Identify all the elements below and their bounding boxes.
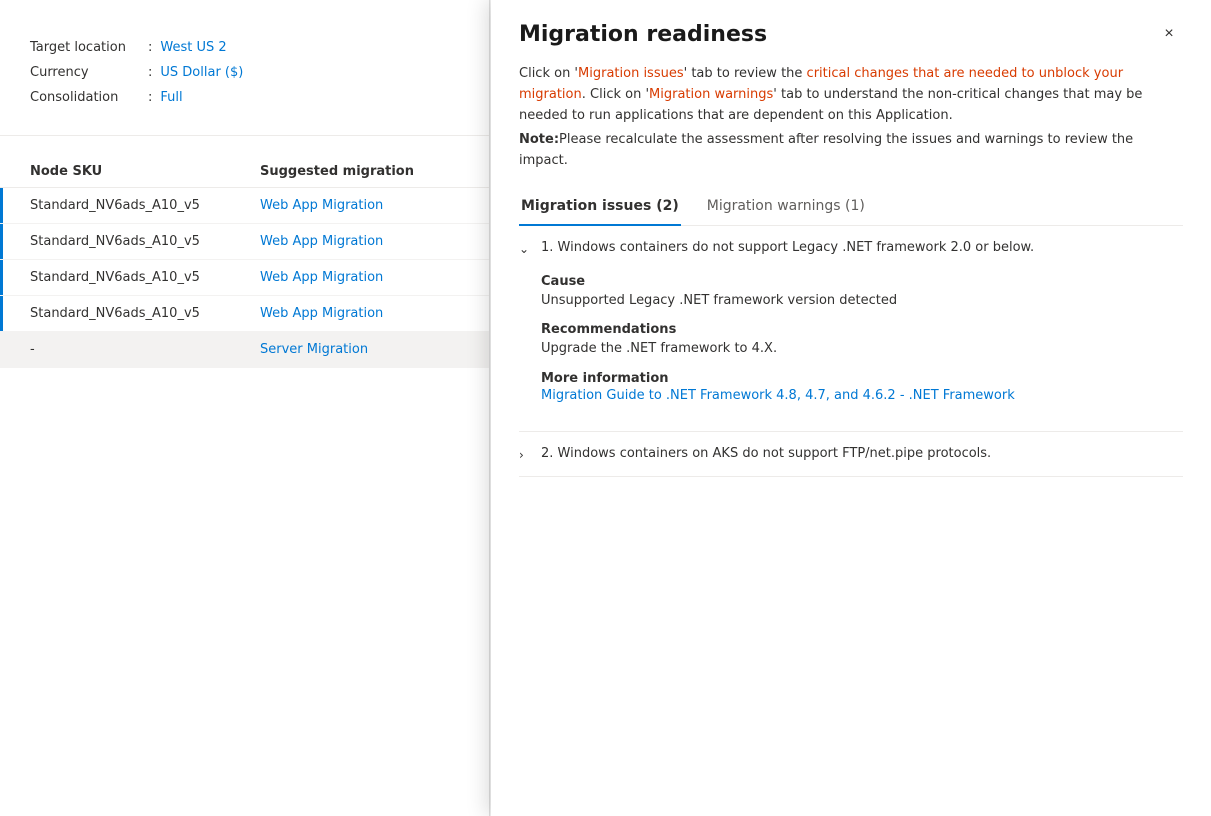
info-row-consolidation: Consolidation : Full <box>30 90 459 105</box>
issue-1-title: 1. Windows containers do not support Leg… <box>541 240 1034 255</box>
tab-migration-issues[interactable]: Migration issues (2) <box>519 188 681 226</box>
panel-title: Migration readiness <box>519 22 767 47</box>
cell-suggested[interactable]: Web App Migration <box>260 270 459 285</box>
issue-2-header[interactable]: › 2. Windows containers on AKS do not su… <box>519 432 1183 476</box>
recommendations-label: Recommendations <box>541 322 1183 337</box>
target-label: Target location <box>30 40 140 55</box>
table-row: Standard_NV6ads_A10_v5 Web App Migration <box>0 260 489 296</box>
close-button[interactable]: × <box>1155 20 1183 48</box>
consolidation-label: Consolidation <box>30 90 140 105</box>
more-info-link[interactable]: Migration Guide to .NET Framework 4.8, 4… <box>541 388 1015 403</box>
issue-1-body: Cause Unsupported Legacy .NET framework … <box>519 270 1183 431</box>
chevron-down-icon: ⌄ <box>519 242 533 256</box>
recommendations-block: Recommendations Upgrade the .NET framewo… <box>541 322 1183 359</box>
col-header-node-sku: Node SKU <box>30 164 260 179</box>
table-row: Standard_NV6ads_A10_v5 Web App Migration <box>0 188 489 224</box>
issue-1-header[interactable]: ⌄ 1. Windows containers do not support L… <box>519 226 1183 270</box>
cell-suggested-server[interactable]: Server Migration <box>260 342 459 357</box>
panel-body: Click on 'Migration issues' tab to revie… <box>491 64 1211 816</box>
more-info-block: More information Migration Guide to .NET… <box>541 371 1183 403</box>
table-row: Standard_NV6ads_A10_v5 Web App Migration <box>0 296 489 332</box>
cell-suggested[interactable]: Web App Migration <box>260 234 459 249</box>
recommendations-value: Upgrade the .NET framework to 4.X. <box>541 339 1183 359</box>
table-row-last: - Server Migration <box>0 332 489 368</box>
issue-2-title: 2. Windows containers on AKS do not supp… <box>541 446 991 461</box>
intro-paragraph: Click on 'Migration issues' tab to revie… <box>519 64 1183 126</box>
tab-migration-warnings[interactable]: Migration warnings (1) <box>705 188 867 226</box>
issue-item-1: ⌄ 1. Windows containers do not support L… <box>519 226 1183 432</box>
cell-node-sku: Standard_NV6ads_A10_v5 <box>30 306 260 321</box>
note-paragraph: Note:Please recalculate the assessment a… <box>519 130 1183 172</box>
page-wrapper: Target location : West US 2 Currency : U… <box>0 0 1211 816</box>
target-value: West US 2 <box>160 40 226 55</box>
cell-suggested[interactable]: Web App Migration <box>260 198 459 213</box>
panel-header: Migration readiness × <box>491 0 1211 64</box>
table-section: Node SKU Suggested migration Standard_NV… <box>0 136 489 388</box>
note-prefix: Note: <box>519 132 559 147</box>
info-row-target: Target location : West US 2 <box>30 40 459 55</box>
consolidation-separator: : <box>148 90 152 105</box>
cause-value: Unsupported Legacy .NET framework versio… <box>541 291 1183 311</box>
cell-suggested[interactable]: Web App Migration <box>260 306 459 321</box>
issue-item-2: › 2. Windows containers on AKS do not su… <box>519 432 1183 477</box>
left-panel: Target location : West US 2 Currency : U… <box>0 0 490 816</box>
cell-node-sku: Standard_NV6ads_A10_v5 <box>30 198 260 213</box>
info-row-currency: Currency : US Dollar ($) <box>30 65 459 80</box>
right-panel: Migration readiness × Click on 'Migratio… <box>491 0 1211 816</box>
migration-warnings-link[interactable]: Migration warnings <box>649 87 773 102</box>
currency-value: US Dollar ($) <box>160 65 243 80</box>
currency-label: Currency <box>30 65 140 80</box>
col-header-suggested: Suggested migration <box>260 164 459 179</box>
table-row: Standard_NV6ads_A10_v5 Web App Migration <box>0 224 489 260</box>
table-header: Node SKU Suggested migration <box>0 156 489 188</box>
tabs-bar: Migration issues (2) Migration warnings … <box>519 188 1183 226</box>
cell-node-sku: Standard_NV6ads_A10_v5 <box>30 270 260 285</box>
cell-node-sku: Standard_NV6ads_A10_v5 <box>30 234 260 249</box>
chevron-right-icon: › <box>519 448 533 462</box>
more-info-label: More information <box>541 371 1183 386</box>
cell-node-sku-dash: - <box>30 342 260 357</box>
issues-list: ⌄ 1. Windows containers do not support L… <box>519 226 1183 477</box>
cause-label: Cause <box>541 274 1183 289</box>
note-text: Please recalculate the assessment after … <box>519 132 1133 168</box>
info-section: Target location : West US 2 Currency : U… <box>0 20 489 136</box>
currency-separator: : <box>148 65 152 80</box>
consolidation-value: Full <box>160 90 182 105</box>
migration-issues-link[interactable]: Migration issues <box>578 66 684 81</box>
target-separator: : <box>148 40 152 55</box>
cause-block: Cause Unsupported Legacy .NET framework … <box>541 274 1183 311</box>
